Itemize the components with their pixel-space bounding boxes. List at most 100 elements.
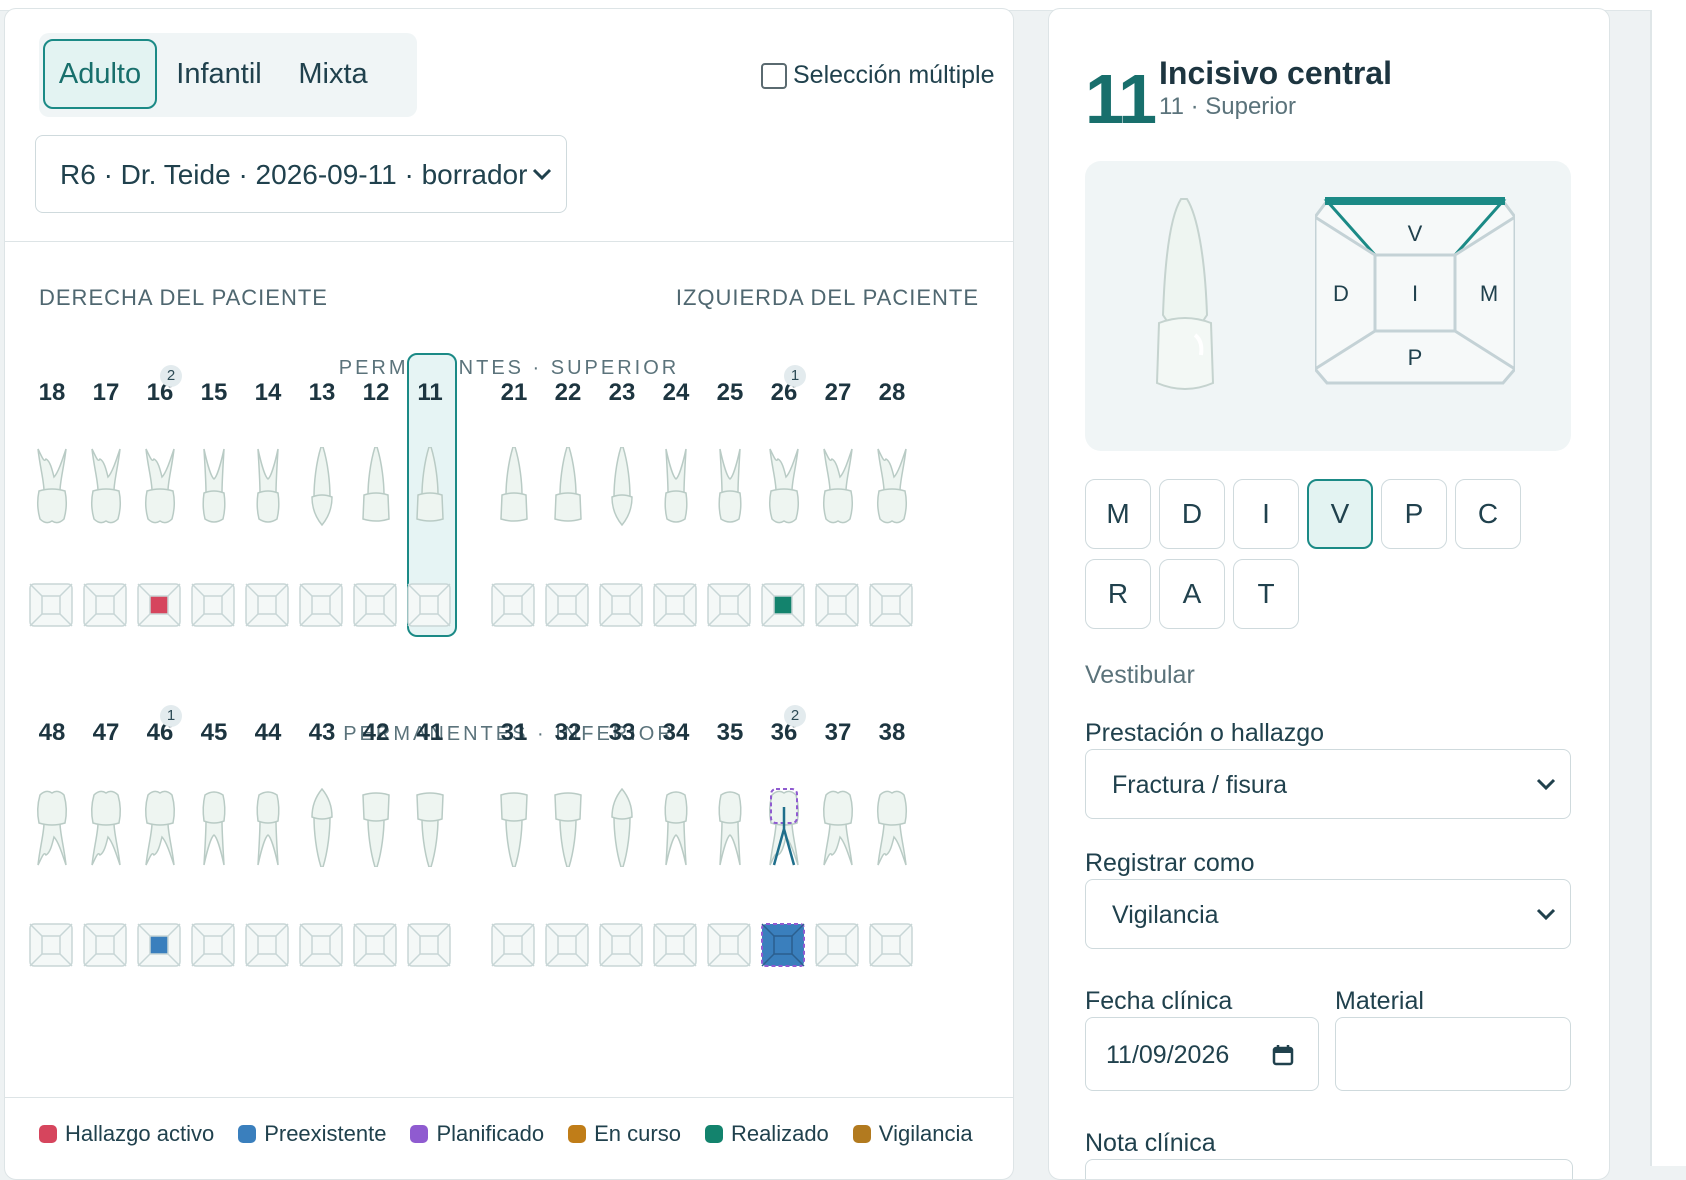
finding-count-badge: 1 xyxy=(784,365,806,387)
tooth-molar-icon[interactable] xyxy=(820,787,856,872)
tooth-incisor-icon[interactable] xyxy=(358,446,394,532)
tooth-canine-icon[interactable] xyxy=(304,787,340,872)
tooth-surface-chart[interactable] xyxy=(191,583,235,627)
tooth-number-label: 45 xyxy=(200,719,228,746)
multi-select-toggle[interactable]: Selección múltiple xyxy=(761,61,995,90)
surface-button-r[interactable]: R xyxy=(1085,559,1151,629)
surface-button-p[interactable]: P xyxy=(1381,479,1447,549)
tooth-surface-chart[interactable] xyxy=(545,923,589,967)
tooth-molar-icon[interactable] xyxy=(88,787,124,872)
tooth-molar-icon[interactable] xyxy=(142,447,178,532)
tooth-premolar-icon[interactable] xyxy=(658,787,694,872)
tooth-surface-chart[interactable] xyxy=(761,583,805,627)
tooth-premolar-icon[interactable] xyxy=(712,787,748,872)
surface-button-d[interactable]: D xyxy=(1159,479,1225,549)
tooth-surface-chart[interactable] xyxy=(29,583,73,627)
tooth-premolar-icon[interactable] xyxy=(658,447,694,532)
tooth-molar-icon[interactable] xyxy=(34,447,70,532)
tooth-surface-chart[interactable] xyxy=(245,583,289,627)
legend-item: En curso xyxy=(568,1121,681,1147)
tooth-premolar-icon[interactable] xyxy=(196,447,232,532)
surface-button-t[interactable]: T xyxy=(1233,559,1299,629)
tooth-surface-chart[interactable] xyxy=(869,923,913,967)
material-input[interactable] xyxy=(1335,1017,1571,1091)
tooth-premolar-icon[interactable] xyxy=(712,447,748,532)
tooth-premolar-icon[interactable] xyxy=(196,787,232,872)
tooth-molar-icon[interactable] xyxy=(820,447,856,532)
calendar-icon[interactable] xyxy=(1272,1044,1294,1066)
tooth-incisor-icon[interactable] xyxy=(550,446,586,532)
tab-infantil[interactable]: Infantil xyxy=(167,39,271,109)
tooth-surface-chart[interactable] xyxy=(353,583,397,627)
tooth-surface-chart[interactable] xyxy=(653,923,697,967)
tooth-molar-icon[interactable] xyxy=(34,787,70,872)
tooth-surface-chart[interactable] xyxy=(407,923,451,967)
tooth-surface-chart[interactable] xyxy=(869,583,913,627)
tooth-number-label: 28 xyxy=(878,379,906,406)
tooth-molar-icon[interactable] xyxy=(766,447,802,532)
tooth-surface-chart[interactable] xyxy=(137,583,181,627)
tooth-incisor-icon[interactable] xyxy=(496,787,532,872)
tooth-molar-icon[interactable] xyxy=(874,447,910,532)
note-input[interactable] xyxy=(1085,1159,1573,1179)
tooth-canine-icon[interactable] xyxy=(604,787,640,872)
tooth-premolar-icon[interactable] xyxy=(250,447,286,532)
tooth-molar-icon[interactable] xyxy=(766,787,802,872)
tooth-surface-chart[interactable] xyxy=(599,583,643,627)
legend-swatch xyxy=(568,1125,587,1143)
date-input[interactable]: 11/09/2026 xyxy=(1085,1017,1319,1091)
tooth-number-label: 35 xyxy=(716,719,744,746)
session-select[interactable]: R6 · Dr. Teide · 2026-09-11 · borrador xyxy=(35,135,567,213)
tooth-molar-icon[interactable] xyxy=(142,787,178,872)
tooth-canine-icon[interactable] xyxy=(604,446,640,532)
tooth-surface-chart[interactable] xyxy=(761,923,805,967)
surface-letter-bottom: P xyxy=(1408,345,1423,370)
tooth-number-label: 16 xyxy=(146,379,174,406)
tooth-molar-icon[interactable] xyxy=(88,447,124,532)
tooth-surface-chart[interactable] xyxy=(83,583,127,627)
surface-button-v[interactable]: V xyxy=(1307,479,1373,549)
tooth-incisor-icon[interactable] xyxy=(412,446,448,532)
tooth-number-label: 48 xyxy=(38,719,66,746)
multi-select-checkbox[interactable] xyxy=(761,62,787,89)
tooth-surface-chart[interactable] xyxy=(599,923,643,967)
tooth-surface-chart[interactable] xyxy=(545,583,589,627)
tooth-incisor-icon[interactable] xyxy=(496,446,532,532)
tooth-incisor-icon[interactable] xyxy=(550,787,586,872)
tooth-canine-icon[interactable] xyxy=(304,446,340,532)
finding-count-badge: 2 xyxy=(784,705,806,727)
tooth-surface-chart[interactable] xyxy=(491,923,535,967)
dentition-tabs: Adulto Infantil Mixta xyxy=(39,33,417,117)
surface-button-c[interactable]: C xyxy=(1455,479,1521,549)
tooth-surface-chart[interactable] xyxy=(83,923,127,967)
tooth-surface-chart[interactable] xyxy=(653,583,697,627)
register-select[interactable]: Vigilancia xyxy=(1085,879,1571,949)
tooth-surface-chart[interactable] xyxy=(491,583,535,627)
tooth-surface-chart[interactable] xyxy=(815,923,859,967)
tooth-surface-chart[interactable] xyxy=(299,923,343,967)
status-legend: Hallazgo activo Preexistente Planificado En… xyxy=(39,1121,973,1147)
surface-button-m[interactable]: M xyxy=(1085,479,1151,549)
tab-adulto[interactable]: Adulto xyxy=(43,39,157,109)
tooth-premolar-icon[interactable] xyxy=(250,787,286,872)
tooth-incisor-icon[interactable] xyxy=(412,787,448,872)
surface-button-i[interactable]: I xyxy=(1233,479,1299,549)
surface-button-a[interactable]: A xyxy=(1159,559,1225,629)
tooth-surface-chart[interactable] xyxy=(707,923,751,967)
tooth-surface-chart[interactable] xyxy=(707,583,751,627)
tooth-molar-icon[interactable] xyxy=(874,787,910,872)
tooth-surface-chart[interactable] xyxy=(191,923,235,967)
procedure-select[interactable]: Fractura / fisura xyxy=(1085,749,1571,819)
tooth-surface-chart[interactable] xyxy=(245,923,289,967)
tooth-surface-chart[interactable] xyxy=(407,583,451,627)
tooth-surface-chart[interactable] xyxy=(29,923,73,967)
patient-right-label: DERECHA DEL PACIENTE xyxy=(39,285,328,310)
tooth-incisor-icon[interactable] xyxy=(358,787,394,872)
tab-mixta[interactable]: Mixta xyxy=(283,39,383,109)
surface-letter-right: M xyxy=(1480,281,1498,306)
tooth-surface-chart[interactable] xyxy=(353,923,397,967)
tooth-surface-chart[interactable] xyxy=(137,923,181,967)
tooth-number-label: 11 xyxy=(417,379,443,406)
tooth-surface-chart[interactable] xyxy=(815,583,859,627)
tooth-surface-chart[interactable] xyxy=(299,583,343,627)
